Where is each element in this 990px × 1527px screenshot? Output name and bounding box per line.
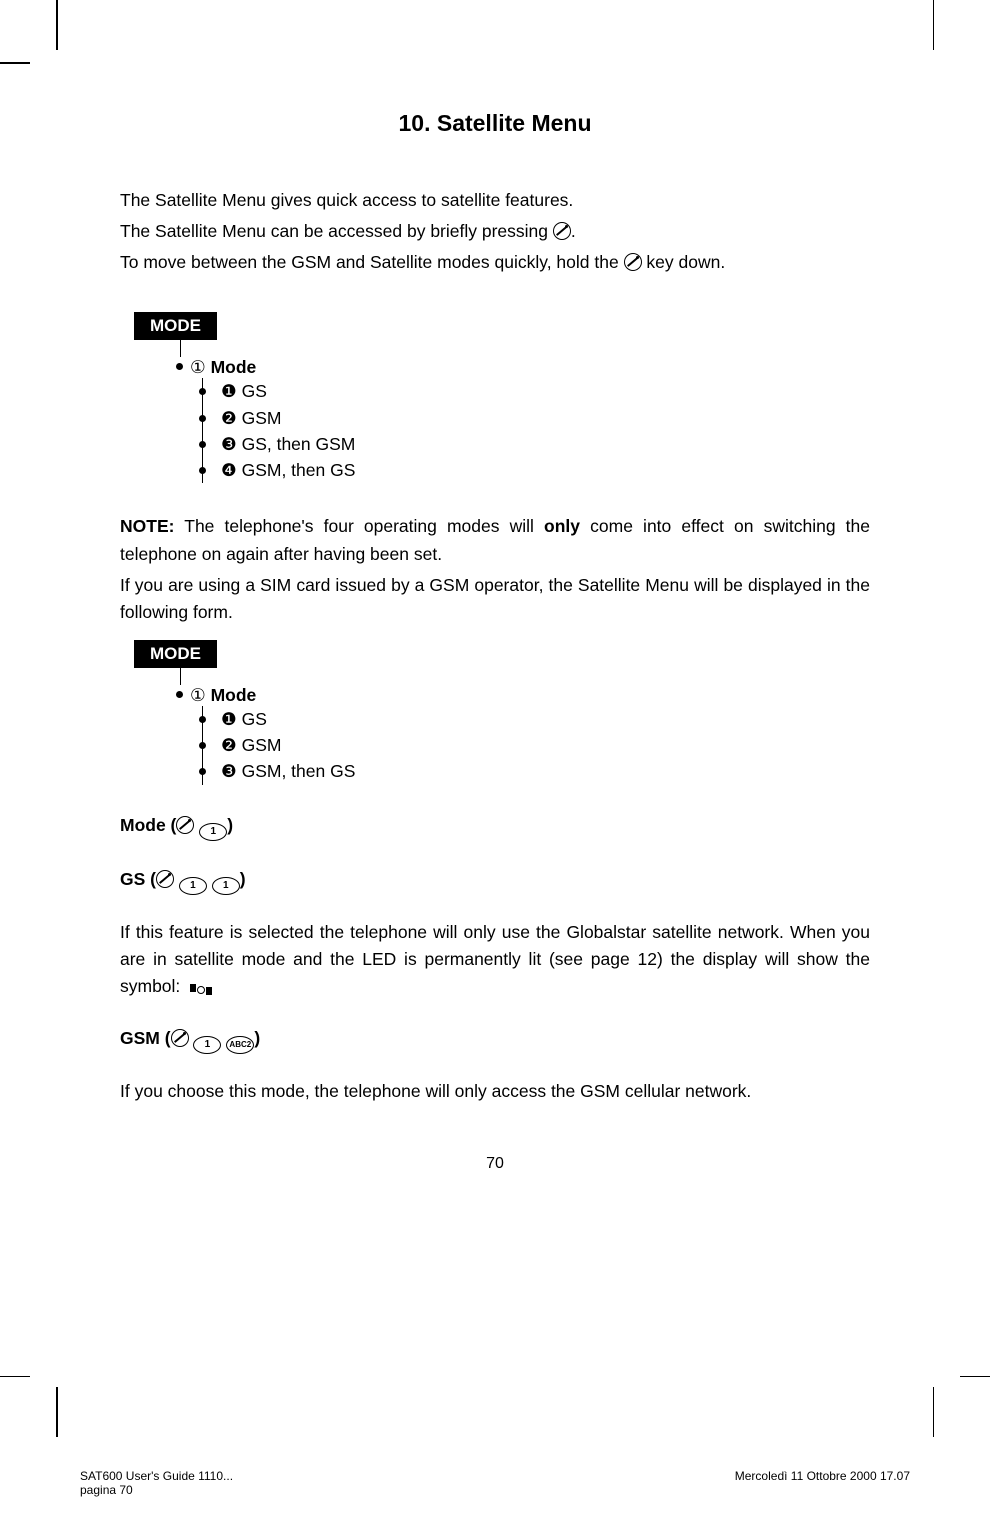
intro-line: To move between the GSM and Satellite mo… — [120, 249, 870, 276]
tree-dot — [199, 441, 206, 448]
note-paragraph: If you are using a SIM card issued by a … — [120, 572, 870, 626]
crop-mark — [933, 1387, 935, 1437]
tree-item: ❸ GSM, then GS — [203, 758, 870, 784]
item-num: ❸ — [221, 434, 237, 454]
item-label: GSM — [242, 735, 282, 755]
section-heading-gsm: GSM ( 1 ABC2) — [120, 1028, 870, 1054]
crop-mark — [0, 1376, 30, 1378]
heading-text: Mode ( — [120, 815, 176, 835]
satellite-key-icon — [553, 222, 571, 240]
tree-dot — [199, 415, 206, 422]
tree-item: ❶ GS — [203, 706, 870, 732]
item-num: ❶ — [221, 709, 237, 729]
intro-line: The Satellite Menu gives quick access to… — [120, 187, 870, 214]
heading-text: GS ( — [120, 869, 156, 889]
item-label: GSM — [242, 408, 282, 428]
satellite-key-icon — [624, 253, 642, 271]
crop-mark — [960, 1376, 990, 1378]
intro-text: The Satellite Menu gives quick access to… — [120, 190, 573, 210]
item-num: ❷ — [221, 408, 237, 428]
gs-text: If this feature is selected the telephon… — [120, 922, 870, 996]
note-paragraph: NOTE: The telephone's four operating mod… — [120, 513, 870, 567]
chapter-title: 10. Satellite Menu — [120, 110, 870, 137]
note-text: If you are using a SIM card issued by a … — [120, 575, 870, 622]
tree-dot — [176, 691, 183, 698]
mode-header: MODE — [134, 312, 217, 340]
intro-text: The Satellite Menu can be accessed by br… — [120, 221, 553, 241]
page-number: 70 — [120, 1155, 870, 1173]
tree-num: ① — [190, 357, 206, 377]
heading-text: GSM ( — [120, 1028, 171, 1048]
item-num: ❶ — [221, 381, 237, 401]
item-label: GSM, then GS — [242, 761, 356, 781]
footer-right: Mercoledì 11 Ottobre 2000 17.07 — [735, 1469, 910, 1497]
section-heading-gs: GS ( 1 1) — [120, 869, 870, 895]
tree-item: ❷ GSM — [203, 405, 870, 431]
crop-mark — [56, 1387, 58, 1437]
key-1-icon: 1 — [193, 1036, 221, 1054]
tree-item: ❶ GS — [203, 378, 870, 404]
key-1-icon: 1 — [179, 877, 207, 895]
item-num: ❷ — [221, 735, 237, 755]
key-1-icon: 1 — [199, 823, 227, 841]
footer: SAT600 User's Guide 1110... pagina 70 Me… — [80, 1469, 910, 1497]
tree-num: ① — [190, 685, 206, 705]
note-bold: only — [544, 516, 580, 536]
tree-dot — [199, 467, 206, 474]
menu-tree: MODE ① Mode ❶ GS ❷ GSM ❸ GSM, then GS — [120, 640, 870, 785]
mode-header: MODE — [134, 640, 217, 668]
tree-level1: ① Mode — [180, 357, 256, 377]
tree-item: ❹ GSM, then GS — [203, 457, 870, 483]
gs-paragraph: If this feature is selected the telephon… — [120, 919, 870, 1000]
gsm-paragraph: If you choose this mode, the telephone w… — [120, 1078, 870, 1105]
crop-mark — [933, 0, 935, 50]
item-label: GSM, then GS — [242, 460, 356, 480]
tree-dot — [199, 742, 206, 749]
item-label: GS — [242, 709, 267, 729]
footer-page: pagina 70 — [80, 1483, 133, 1497]
tree-dot — [199, 388, 206, 395]
heading-text: ) — [227, 815, 233, 835]
tree-item: ❸ GS, then GSM — [203, 431, 870, 457]
key-1-icon: 1 — [212, 877, 240, 895]
tree-level1: ① Mode — [180, 685, 256, 705]
footer-doc-title: SAT600 User's Guide 1110... — [80, 1469, 233, 1483]
tree-label: Mode — [211, 357, 257, 377]
item-label: GS, then GSM — [242, 434, 356, 454]
satellite-key-icon — [171, 1029, 189, 1047]
satellite-key-icon — [176, 816, 194, 834]
heading-text: ) — [254, 1028, 260, 1048]
note-prefix: NOTE: — [120, 516, 174, 536]
tree-label: Mode — [211, 685, 257, 705]
intro-text: . — [571, 221, 576, 241]
footer-left: SAT600 User's Guide 1110... pagina 70 — [80, 1469, 233, 1497]
section-heading-mode: Mode ( 1) — [120, 815, 870, 841]
menu-tree: MODE ① Mode ❶ GS ❷ GSM ❸ GS, then GSM ❹ … — [120, 312, 870, 483]
tree-dot — [199, 768, 206, 775]
gsm-text: If you choose this mode, the telephone w… — [120, 1081, 751, 1101]
crop-mark — [0, 62, 30, 64]
tree-dot — [199, 716, 206, 723]
key-2-icon: ABC2 — [226, 1036, 254, 1054]
intro-text: key down. — [642, 252, 726, 272]
item-num: ❹ — [221, 460, 237, 480]
intro-line: The Satellite Menu can be accessed by br… — [120, 218, 870, 245]
tree-item: ❷ GSM — [203, 732, 870, 758]
satellite-display-icon — [190, 983, 212, 994]
satellite-key-icon — [156, 870, 174, 888]
crop-mark — [56, 0, 58, 50]
item-label: GS — [242, 381, 267, 401]
item-num: ❸ — [221, 761, 237, 781]
intro-text: To move between the GSM and Satellite mo… — [120, 252, 624, 272]
heading-text: ) — [240, 869, 246, 889]
note-text: The telephone's four operating modes wil… — [174, 516, 544, 536]
